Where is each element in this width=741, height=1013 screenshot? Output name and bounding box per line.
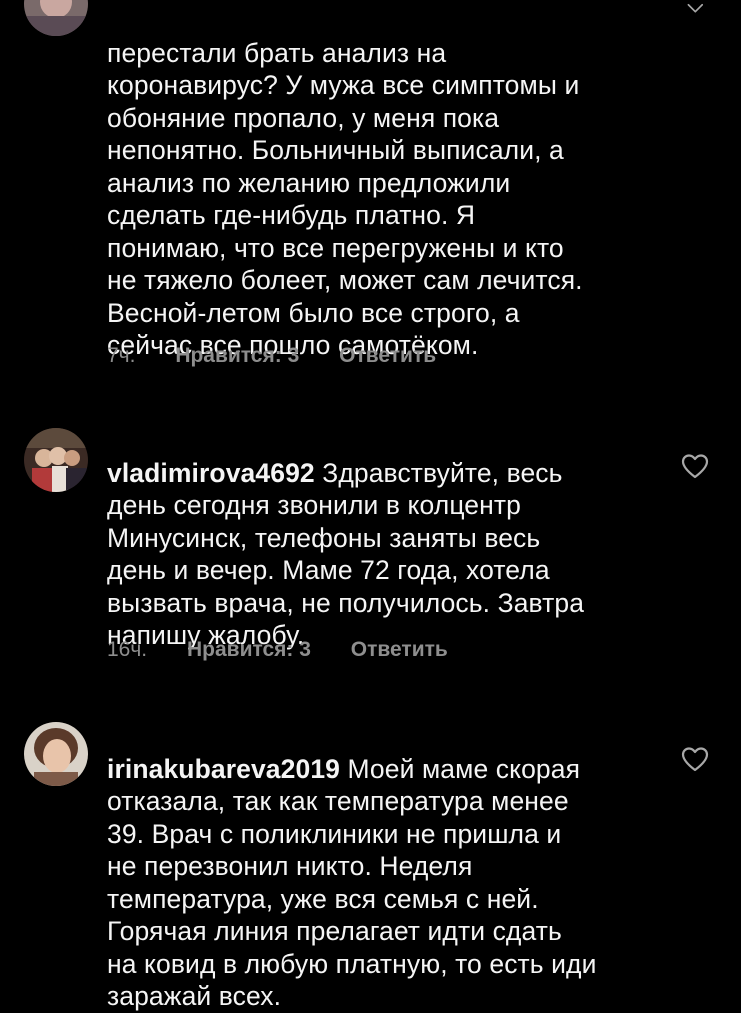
avatar[interactable] bbox=[24, 0, 88, 36]
comment-time: 7ч. bbox=[107, 344, 136, 367]
likes-count[interactable]: Нравится: 3 bbox=[175, 341, 299, 371]
comment-item: vladimirova4692 Здравствуйте, весь день … bbox=[0, 380, 741, 680]
avatar[interactable] bbox=[24, 428, 88, 492]
likes-count[interactable]: Нравится: 3 bbox=[187, 635, 311, 665]
comment-username[interactable]: irinakubareva2019 bbox=[107, 754, 340, 784]
heart-icon[interactable] bbox=[681, 453, 709, 479]
heart-icon[interactable] bbox=[681, 746, 709, 772]
comment-text: перестали брать анализ на коронавирус? У… bbox=[107, 4, 667, 362]
avatar[interactable] bbox=[24, 722, 88, 786]
comment-meta: 16ч. Нравится: 3 Ответить bbox=[107, 635, 448, 665]
reply-button[interactable]: Ответить bbox=[339, 341, 436, 371]
comment-time: 16ч. bbox=[107, 638, 148, 661]
comment-item: irinakubareva2019 Моей маме скорая отказ… bbox=[0, 680, 741, 1011]
comment-text: vladimirova4692 Здравствуйте, весь день … bbox=[107, 424, 667, 652]
reply-button[interactable]: Ответить bbox=[351, 635, 448, 665]
chevron-down-icon[interactable] bbox=[683, 2, 709, 20]
comment-body: перестали брать анализ на коронавирус? У… bbox=[107, 37, 583, 361]
comment-text: irinakubareva2019 Моей маме скорая отказ… bbox=[107, 720, 667, 1013]
comment-body: Моей маме скорая отказала, так как темпе… bbox=[107, 753, 597, 1012]
comment-item: перестали брать анализ на коронавирус? У… bbox=[0, 0, 741, 380]
comment-username[interactable]: vladimirova4692 bbox=[107, 458, 315, 488]
comment-meta: 7ч. Нравится: 3 Ответить bbox=[107, 341, 436, 371]
